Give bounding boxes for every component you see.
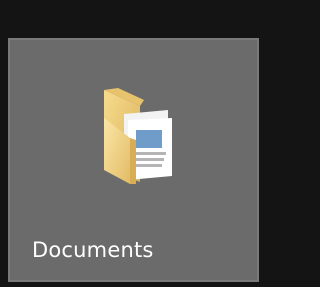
tile-label: Documents: [32, 238, 154, 262]
documents-tile[interactable]: Documents: [8, 38, 259, 282]
folder-documents-icon: [104, 88, 172, 184]
